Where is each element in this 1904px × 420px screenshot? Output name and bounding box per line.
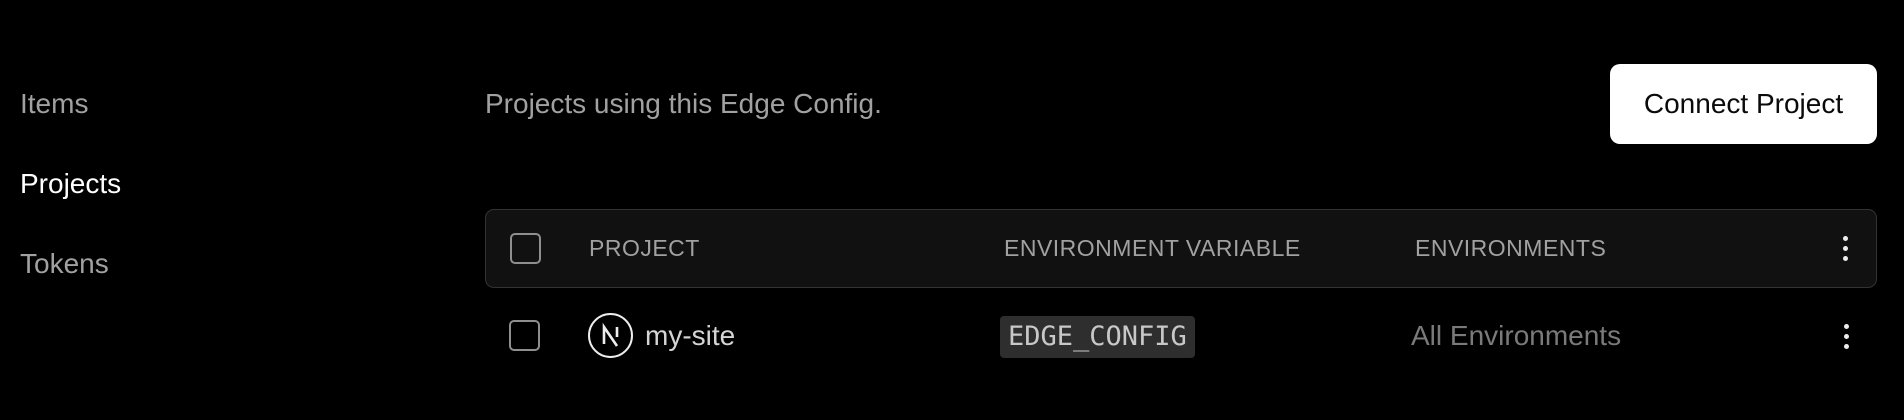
row-options-menu-icon[interactable] <box>1834 316 1858 356</box>
sidebar-item-projects[interactable]: Projects <box>20 162 320 206</box>
nextjs-logo-icon <box>588 313 633 358</box>
table-options-menu-icon[interactable] <box>1833 228 1857 268</box>
column-header-project: PROJECT <box>589 235 700 261</box>
table-row: my-site EDGE_CONFIG All Environments <box>485 296 1877 376</box>
column-header-environments: ENVIRONMENTS <box>1415 235 1607 261</box>
sidebar-item-items[interactable]: Items <box>20 82 320 126</box>
select-all-checkbox[interactable] <box>510 233 541 264</box>
sidebar-item-tokens[interactable]: Tokens <box>20 242 320 286</box>
connect-project-button[interactable]: Connect Project <box>1610 64 1877 144</box>
column-header-environment-variable: ENVIRONMENT VARIABLE <box>1004 235 1301 261</box>
env-variable-code: EDGE_CONFIG <box>1000 316 1195 358</box>
section-description: Projects using this Edge Config. <box>485 88 882 119</box>
project-name-link[interactable]: my-site <box>645 316 735 356</box>
edge-config-projects-page: Items Projects Tokens Projects using thi… <box>0 0 1904 420</box>
environments-value: All Environments <box>1411 320 1622 351</box>
sidebar-nav: Items Projects Tokens <box>20 82 320 322</box>
table-header: PROJECT ENVIRONMENT VARIABLE ENVIRONMENT… <box>485 209 1877 288</box>
row-select-checkbox[interactable] <box>509 320 540 351</box>
